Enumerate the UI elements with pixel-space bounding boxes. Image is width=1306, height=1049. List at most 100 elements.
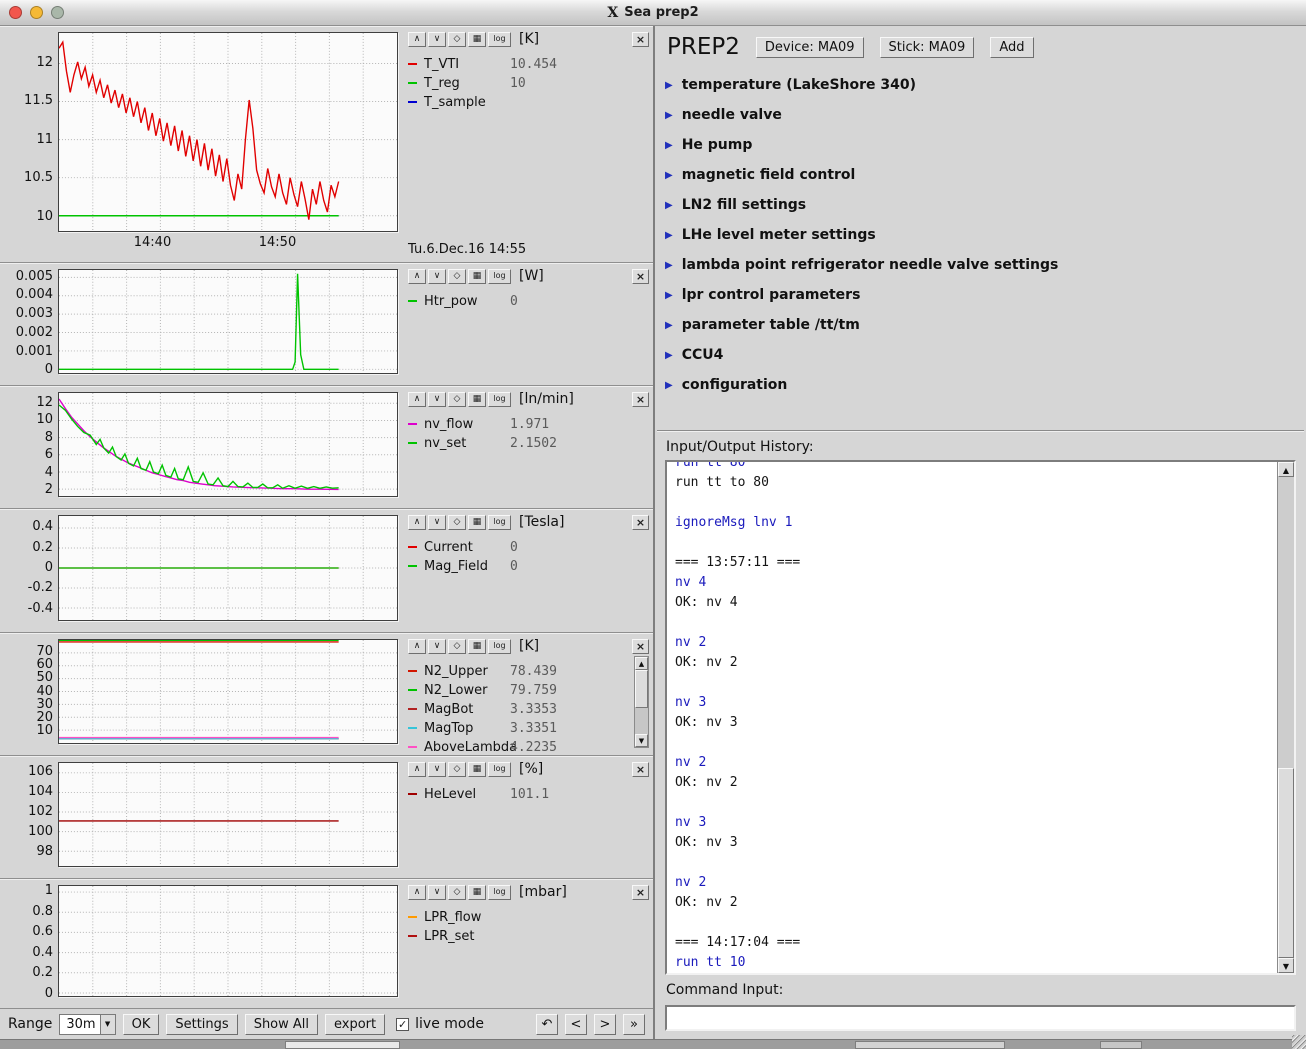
grid-button[interactable]: ▦ [468, 639, 486, 654]
grid-button[interactable]: ▦ [468, 269, 486, 284]
close-button[interactable]: × [632, 639, 649, 654]
page-right-button[interactable]: > [594, 1014, 616, 1035]
stick-button[interactable]: Stick: MA09 [880, 37, 975, 58]
tree-item-2[interactable]: ▶He pump [665, 130, 1306, 160]
up-button[interactable]: ∧ [408, 269, 426, 284]
close-button[interactable]: × [632, 392, 649, 407]
diamond-button[interactable]: ◇ [448, 392, 466, 407]
tree-item-7[interactable]: ▶lpr control parameters [665, 280, 1306, 310]
tree-item-10[interactable]: ▶configuration [665, 370, 1306, 400]
tree-item-0[interactable]: ▶temperature (LakeShore 340) [665, 70, 1306, 100]
add-button[interactable]: Add [990, 37, 1033, 58]
log-button[interactable]: log [488, 32, 511, 47]
down-button[interactable]: ∨ [428, 32, 446, 47]
up-button[interactable]: ∧ [408, 515, 426, 530]
tree-item-5[interactable]: ▶LHe level meter settings [665, 220, 1306, 250]
close-button[interactable]: × [632, 515, 649, 530]
diamond-button[interactable]: ◇ [448, 885, 466, 900]
diamond-button[interactable]: ◇ [448, 32, 466, 47]
diamond-button[interactable]: ◇ [448, 762, 466, 777]
up-button[interactable]: ∧ [408, 639, 426, 654]
up-button[interactable]: ∧ [408, 885, 426, 900]
scroll-thumb[interactable] [635, 670, 648, 708]
history-scrollbar[interactable]: ▲ ▼ [1277, 462, 1294, 973]
settings-button[interactable]: Settings [166, 1014, 237, 1035]
command-input[interactable] [665, 1005, 1296, 1031]
jump-end-button[interactable]: » [623, 1014, 645, 1035]
y-tick-label: 0.4 [32, 519, 53, 534]
log-button[interactable]: log [488, 392, 511, 407]
log-button[interactable]: log [488, 515, 511, 530]
close-button[interactable]: × [632, 269, 649, 284]
close-button[interactable]: × [632, 885, 649, 900]
y-tick-label: 0 [45, 362, 53, 377]
grid-button[interactable]: ▦ [468, 885, 486, 900]
ok-button[interactable]: OK [123, 1014, 160, 1035]
checkbox-checked-icon[interactable]: ✓ [396, 1018, 409, 1031]
diamond-button[interactable]: ◇ [448, 639, 466, 654]
scroll-thumb[interactable] [1278, 768, 1294, 958]
tree-item-3[interactable]: ▶magnetic field control [665, 160, 1306, 190]
close-window-button[interactable] [9, 6, 22, 19]
y-axis: 0.40.20-0.2-0.4 [0, 509, 58, 632]
down-button[interactable]: ∨ [428, 269, 446, 284]
grid-button[interactable]: ▦ [468, 392, 486, 407]
down-button[interactable]: ∨ [428, 515, 446, 530]
tree-item-1[interactable]: ▶needle valve [665, 100, 1306, 130]
plot-area[interactable] [58, 639, 398, 744]
zoom-window-button[interactable] [51, 6, 64, 19]
up-button[interactable]: ∧ [408, 32, 426, 47]
grid-button[interactable]: ▦ [468, 32, 486, 47]
plot-area[interactable] [58, 32, 398, 232]
jump-back-button[interactable]: ↶ [536, 1014, 558, 1035]
scroll-down-icon[interactable]: ▼ [635, 734, 648, 747]
plot-area[interactable] [58, 515, 398, 621]
scroll-down-icon[interactable]: ▼ [1278, 958, 1294, 973]
resize-grip[interactable] [1292, 1035, 1306, 1049]
down-button[interactable]: ∨ [428, 885, 446, 900]
scrollbar-trough[interactable] [1278, 477, 1294, 958]
down-button[interactable]: ∨ [428, 639, 446, 654]
tree-item-label: He pump [682, 137, 753, 153]
tree-item-4[interactable]: ▶LN2 fill settings [665, 190, 1306, 220]
up-button[interactable]: ∧ [408, 392, 426, 407]
y-axis: 10.80.60.40.20 [0, 879, 58, 1008]
y-tick-label: 11 [36, 132, 53, 147]
plot-area[interactable] [58, 269, 398, 374]
tree-item-8[interactable]: ▶parameter table /tt/tm [665, 310, 1306, 340]
io-history[interactable]: run tt 80run tt to 80 ignoreMsg lnv 1 ==… [667, 460, 1277, 973]
tree-item-9[interactable]: ▶CCU4 [665, 340, 1306, 370]
plot-area[interactable] [58, 885, 398, 997]
log-button[interactable]: log [488, 762, 511, 777]
live-mode-toggle[interactable]: ✓ live mode [396, 1016, 484, 1032]
window-titlebar[interactable]: X Sea prep2 [0, 0, 1306, 26]
close-button[interactable]: × [632, 32, 649, 47]
close-button[interactable]: × [632, 762, 649, 777]
legend-item: T_VTI10.454 [408, 56, 649, 72]
scroll-up-icon[interactable]: ▲ [1278, 462, 1294, 477]
history-line [675, 793, 1269, 813]
plot-area[interactable] [58, 392, 398, 497]
diamond-button[interactable]: ◇ [448, 515, 466, 530]
legend-item: LPR_set [408, 928, 649, 944]
legend-scrollbar[interactable]: ▲▼ [634, 656, 649, 748]
diamond-button[interactable]: ◇ [448, 269, 466, 284]
scroll-up-icon[interactable]: ▲ [635, 657, 648, 670]
plot-area[interactable] [58, 762, 398, 867]
grid-button[interactable]: ▦ [468, 515, 486, 530]
log-button[interactable]: log [488, 269, 511, 284]
minimize-window-button[interactable] [30, 6, 43, 19]
tree-item-6[interactable]: ▶lambda point refrigerator needle valve … [665, 250, 1306, 280]
log-button[interactable]: log [488, 639, 511, 654]
export-button[interactable]: export [325, 1014, 385, 1035]
up-button[interactable]: ∧ [408, 762, 426, 777]
device-button[interactable]: Device: MA09 [756, 37, 864, 58]
log-button[interactable]: log [488, 885, 511, 900]
down-button[interactable]: ∨ [428, 762, 446, 777]
down-button[interactable]: ∨ [428, 392, 446, 407]
legend-color-dash [408, 793, 417, 795]
grid-button[interactable]: ▦ [468, 762, 486, 777]
range-select[interactable]: 30m ▼ [59, 1014, 115, 1035]
show-all-button[interactable]: Show All [245, 1014, 318, 1035]
page-left-button[interactable]: < [565, 1014, 587, 1035]
